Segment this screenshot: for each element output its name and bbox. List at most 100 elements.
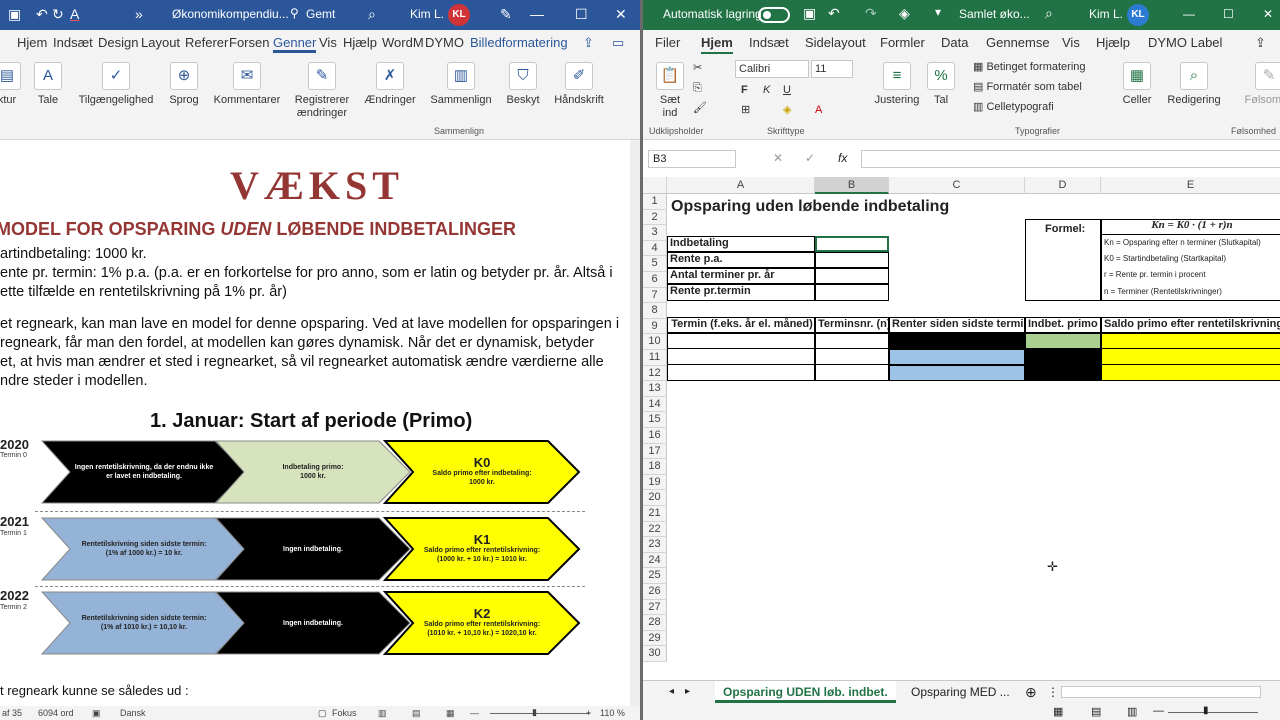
tab-gennemse[interactable]: Genner [273, 35, 317, 53]
tal-button[interactable]: % Tal [927, 62, 955, 107]
more-commands-icon[interactable]: » [135, 6, 143, 22]
tab-sidelayout[interactable]: Sidelayout [805, 35, 866, 50]
kommentarer-button[interactable]: ✉ Kommentarer [212, 62, 282, 107]
zoom-in-icon[interactable]: + [586, 708, 591, 718]
save-icon[interactable]: ▣ [803, 5, 816, 22]
beskyt-button[interactable]: ⛉ Beskyt [503, 62, 543, 107]
celler-button[interactable]: ▦ Celler [1117, 62, 1157, 107]
zoom-thumb[interactable]: ▮ [1203, 705, 1209, 716]
qat-more-icon[interactable]: ▾ [935, 5, 941, 19]
haandskrift-button[interactable]: ✐ Håndskrift [551, 62, 607, 107]
column-header-c[interactable]: C [889, 177, 1025, 194]
data-col-a[interactable] [667, 333, 815, 381]
row-header[interactable]: 11 [643, 350, 667, 366]
redigering-button[interactable]: ⌕ Redigering [1163, 62, 1225, 107]
restore-icon[interactable]: ☐ [575, 6, 588, 23]
word-count[interactable]: 6094 ord [38, 708, 74, 718]
row-header[interactable]: 3 [643, 225, 667, 241]
column-header-a[interactable]: A [667, 177, 815, 194]
sheet-tab-active[interactable]: Opsparing UDEN løb. indbet. [715, 681, 896, 703]
row-header[interactable]: 5 [643, 256, 667, 272]
bold-icon[interactable]: F [741, 84, 748, 97]
restore-icon[interactable]: ☐ [1223, 7, 1234, 21]
tab-hjaelp[interactable]: Hjælp [343, 35, 377, 50]
tab-gennemse[interactable]: Gennemse [986, 35, 1050, 50]
minimize-icon[interactable]: — [530, 6, 544, 22]
tale-button[interactable]: A Tale [30, 62, 66, 107]
cell-c10-blue[interactable] [889, 349, 1025, 365]
underline-icon[interactable]: U [783, 84, 791, 97]
fill-color-icon[interactable]: ◈ [899, 5, 910, 22]
registrerer-button[interactable]: ✎ Registrerer ændringer [290, 62, 354, 120]
share-icon[interactable]: ⇪ [1255, 35, 1266, 51]
cancel-icon[interactable]: ✕ [773, 151, 783, 165]
comments-icon[interactable]: ▭ [612, 35, 624, 51]
row-header[interactable]: 26 [643, 584, 667, 600]
row-header[interactable]: 20 [643, 490, 667, 506]
row-header[interactable]: 27 [643, 599, 667, 616]
tab-dymo[interactable]: DYMO [425, 35, 464, 50]
fx-icon[interactable]: fx [838, 151, 847, 165]
close-icon[interactable]: ✕ [1263, 7, 1273, 21]
language-status[interactable]: Dansk [120, 708, 146, 718]
pen-icon[interactable]: ✎ [500, 6, 512, 23]
row-header[interactable]: 10 [643, 334, 667, 350]
sammenlign-button[interactable]: ▥ Sammenlign [428, 62, 494, 107]
web-layout-icon[interactable]: ▦ [446, 708, 455, 719]
font-color-icon[interactable]: A [815, 104, 822, 117]
search-icon[interactable]: ⌕ [1045, 5, 1053, 22]
tab-data[interactable]: Data [941, 35, 968, 50]
row-header[interactable]: 25 [643, 568, 667, 584]
row-header[interactable]: 22 [643, 521, 667, 538]
undo-icon[interactable]: ↶ [36, 6, 48, 23]
row-header[interactable]: 1 [643, 194, 667, 210]
tab-filer[interactable]: Filer [655, 35, 680, 50]
row-header[interactable]: 23 [643, 537, 667, 553]
zoom-slider[interactable] [1168, 712, 1258, 713]
zoom-out-icon[interactable]: — [1153, 705, 1164, 717]
tab-dymo-label[interactable]: DYMO Label [1148, 35, 1222, 50]
italic-icon[interactable]: K [763, 84, 770, 97]
betinget-formatering-button[interactable]: ▦ Betinget formatering [973, 61, 1086, 74]
header-indbet[interactable]: Indbet. primo [1025, 317, 1101, 333]
focus-icon[interactable]: ▢ [318, 708, 327, 719]
cell-b6[interactable] [815, 284, 889, 301]
format-painter-icon[interactable]: 🖌 [693, 102, 707, 115]
tab-indsaet[interactable]: Indsæt [749, 35, 789, 50]
label-rente-pa[interactable]: Rente p.a. [667, 252, 815, 268]
scroll-right-icon[interactable]: ▸ [677, 681, 698, 703]
tab-vis[interactable]: Vis [1062, 35, 1080, 50]
label-indbetaling[interactable]: Indbetaling [667, 236, 815, 252]
zoom-out-icon[interactable]: — [470, 708, 479, 718]
cell-b4[interactable] [815, 252, 889, 268]
row-header[interactable]: 28 [643, 615, 667, 631]
tab-wordm[interactable]: WordM [382, 35, 424, 50]
zoom-level[interactable]: 110 % [600, 708, 625, 718]
tab-vis[interactable]: Vis [319, 35, 337, 50]
paste-button[interactable]: 📋 Sæt ind [653, 62, 687, 120]
vertical-scrollbar[interactable] [630, 140, 640, 706]
tab-referencer[interactable]: Referer [185, 35, 228, 50]
tab-hjem[interactable]: Hjem [17, 35, 47, 50]
data-col-b[interactable] [815, 333, 889, 381]
zoom-slider[interactable] [490, 713, 590, 714]
font-name-box[interactable]: Calibri [735, 60, 809, 78]
spreadsheet-grid[interactable]: A B C D E Opsparing uden løbende indbeta… [643, 177, 1280, 680]
sprog-button[interactable]: ⊕ Sprog [164, 62, 204, 107]
row-header[interactable]: 8 [643, 303, 667, 319]
row-header[interactable]: 12 [643, 365, 667, 382]
row-header[interactable]: 2 [643, 209, 667, 226]
tab-forsendelser[interactable]: Forsen [229, 35, 269, 50]
row-header[interactable]: 19 [643, 474, 667, 491]
header-terminsnr[interactable]: Terminsnr. (n) [815, 317, 889, 333]
row-header[interactable]: 29 [643, 630, 667, 647]
tilgaengelighed-button[interactable]: ✓ Tilgængelighed [76, 62, 156, 107]
data-col-e-yellow[interactable] [1101, 333, 1280, 381]
close-icon[interactable]: ✕ [615, 6, 627, 23]
aendringer-button[interactable]: ✗ Ændringer [362, 62, 418, 107]
minimize-icon[interactable]: — [1183, 7, 1195, 21]
fill-color-icon[interactable]: ◈ [783, 104, 791, 117]
cell-c11-blue[interactable] [889, 365, 1025, 381]
tab-billedformatering[interactable]: Billedformatering [470, 35, 568, 50]
redo-icon[interactable]: ↷ [865, 5, 877, 22]
